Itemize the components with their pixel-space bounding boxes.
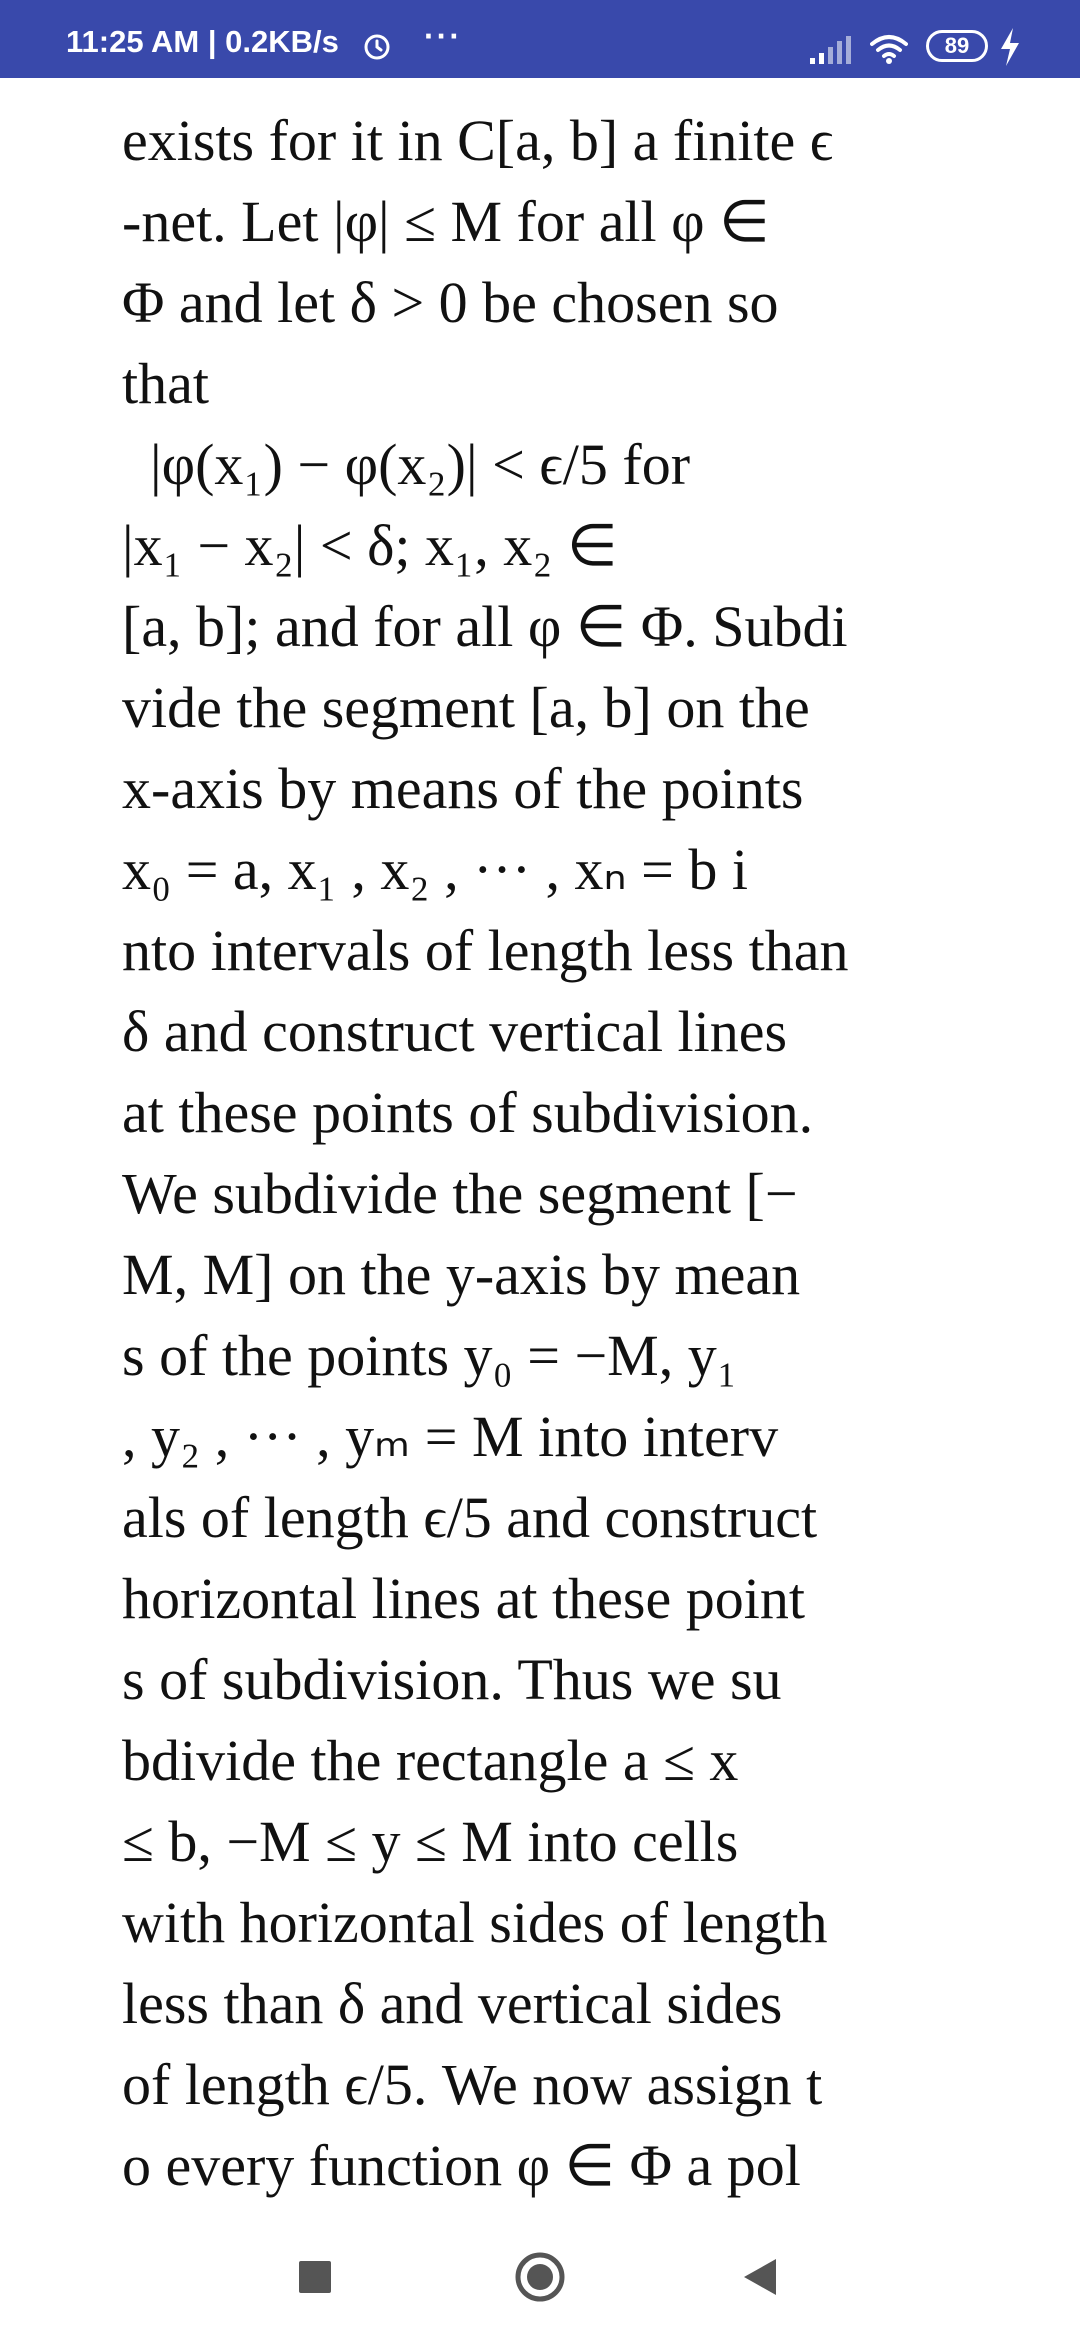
signal-icon [810,36,851,64]
recents-button[interactable] [280,2242,350,2312]
back-button[interactable] [725,2242,795,2312]
text-line: of length ϵ/5. We now assign t [122,2052,823,2117]
text-line: nto intervals of length less than [122,918,849,983]
text-line: ≤ b, −M ≤ y ≤ M into cells [122,1809,739,1874]
document-page[interactable]: exists for it in C[a, b] a finite ϵ -net… [0,78,1080,2212]
text-line: exists for it in C[a, b] a finite ϵ [122,108,834,173]
home-icon [515,2252,565,2302]
text-line: We subdivide the segment [− [122,1161,798,1226]
text-line: M, M] on the y-axis by mean [122,1242,801,1307]
alarm-icon [364,34,390,60]
text-line: x-axis by means of the points [122,756,804,821]
text-line: , y₂ , ··· , yₘ = M into interv [122,1404,779,1469]
text-line: δ and construct vertical lines [122,999,788,1064]
recents-icon [299,2261,331,2293]
text-line: Φ and let δ > 0 be chosen so [122,270,779,335]
text-line: x₀ = a, x₁ , x₂ , ··· , xₙ = b i [122,837,748,902]
wifi-icon [870,35,908,64]
status-time-speed: 11:25 AM | 0.2KB/s [66,24,339,59]
text-line: that [122,351,209,416]
home-button[interactable] [505,2242,575,2312]
text-line: less than δ and vertical sides [122,1971,783,2036]
text-line: horizontal lines at these point [122,1566,805,1631]
back-icon [744,2259,776,2295]
text-line: bdivide the rectangle a ≤ x [122,1728,739,1793]
battery-level: 89 [944,33,970,58]
text-line: o every function φ ∈ Φ a pol [122,2133,801,2198]
battery-icon: 89 [926,30,988,62]
status-bar: 11:25 AM | 0.2KB/s ··· 89 [0,0,1080,78]
more-icon: ··· [424,18,462,54]
text-line: vide the segment [a, b] on the [122,675,810,740]
text-line: |φ(x₁) − φ(x₂)| < ϵ/5 for [150,432,691,497]
text-line: [a, b]; and for all φ ∈ Φ. Subdi [122,594,848,659]
text-line: s of subdivision. Thus we su [122,1647,782,1712]
text-line: -net. Let |φ| ≤ M for all φ ∈ [122,189,770,254]
text-line: with horizontal sides of length [122,1890,828,1955]
text-line: als of length ϵ/5 and construct [122,1485,818,1550]
text-line: s of the points y₀ = −M, y₁ [122,1323,737,1388]
charging-icon [1001,28,1019,66]
text-line: at these points of subdivision. [122,1080,814,1145]
navigation-bar [0,2212,1080,2340]
text-line: |x₁ − x₂| < δ; x₁, x₂ ∈ [122,513,618,578]
